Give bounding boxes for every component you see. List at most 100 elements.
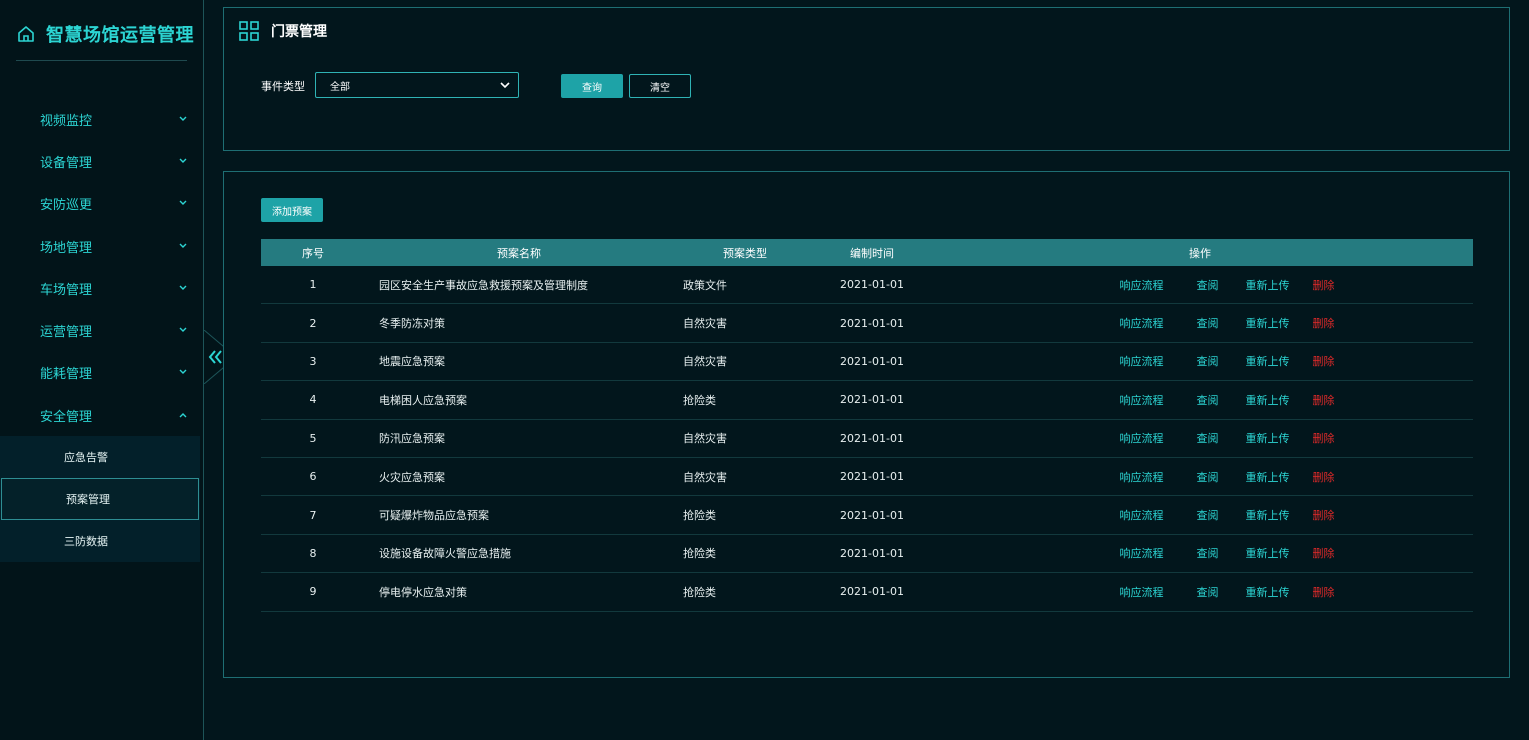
column-header-time: 编制时间 — [850, 246, 894, 260]
add-plan-button[interactable]: 添加预案 — [261, 198, 323, 222]
delete-link[interactable]: 删除 — [1313, 353, 1335, 369]
clear-button[interactable]: 清空 — [629, 74, 691, 98]
view-link[interactable]: 查阅 — [1197, 353, 1246, 369]
sidebar-item[interactable]: 安防巡更 — [0, 183, 203, 225]
view-link[interactable]: 查阅 — [1197, 392, 1246, 408]
response-flow-link[interactable]: 响应流程 — [1120, 469, 1197, 485]
sidebar-item[interactable]: 视频监控 — [0, 98, 203, 140]
cell-time: 2021-01-01 — [840, 431, 904, 445]
delete-link[interactable]: 删除 — [1313, 584, 1335, 600]
cell-type: 自然灾害 — [683, 470, 727, 484]
table-header: 序号 预案名称 预案类型 编制时间 操作 — [261, 239, 1473, 266]
cell-actions: 响应流程 查阅 重新上传 删除 — [927, 430, 1473, 446]
app-title: 智慧场馆运营管理 — [46, 25, 194, 46]
reupload-link[interactable]: 重新上传 — [1246, 315, 1313, 331]
response-flow-link[interactable]: 响应流程 — [1120, 353, 1197, 369]
delete-link[interactable]: 删除 — [1313, 277, 1335, 293]
cell-time: 2021-01-01 — [840, 508, 904, 522]
sidebar-item[interactable]: 车场管理 — [0, 267, 203, 309]
view-link[interactable]: 查阅 — [1197, 584, 1246, 600]
reupload-link[interactable]: 重新上传 — [1246, 584, 1313, 600]
cell-type: 抢险类 — [683, 547, 716, 561]
sidebar-item-label: 设备管理 — [40, 155, 93, 171]
chevron-down-icon — [179, 241, 187, 252]
grid-icon — [239, 21, 259, 41]
reupload-link[interactable]: 重新上传 — [1246, 507, 1313, 523]
cell-time: 2021-01-01 — [840, 354, 904, 368]
sidebar-item[interactable]: 场地管理 — [0, 225, 203, 267]
response-flow-link[interactable]: 响应流程 — [1120, 315, 1197, 331]
cell-index: 8 — [309, 546, 317, 560]
cell-time: 2021-01-01 — [840, 470, 904, 484]
reupload-link[interactable]: 重新上传 — [1246, 392, 1313, 408]
sidebar-submenu: 应急告警 预案管理 三防数据 — [0, 436, 200, 563]
reupload-link[interactable]: 重新上传 — [1246, 545, 1313, 561]
sidebar-item[interactable]: 能耗管理 — [0, 352, 203, 394]
view-link[interactable]: 查阅 — [1197, 545, 1246, 561]
view-link[interactable]: 查阅 — [1197, 277, 1246, 293]
sidebar-subitem[interactable]: 预案管理 — [1, 478, 199, 521]
cell-name: 可疑爆炸物品应急预案 — [379, 509, 489, 523]
cell-name: 地震应急预案 — [379, 355, 445, 369]
response-flow-link[interactable]: 响应流程 — [1120, 430, 1197, 446]
cell-time: 2021-01-01 — [840, 316, 904, 330]
reupload-link[interactable]: 重新上传 — [1246, 469, 1313, 485]
response-flow-link[interactable]: 响应流程 — [1120, 277, 1197, 293]
reupload-link[interactable]: 重新上传 — [1246, 353, 1313, 369]
response-flow-link[interactable]: 响应流程 — [1120, 507, 1197, 523]
sidebar-item[interactable]: 安全管理 — [0, 394, 203, 436]
cell-index: 7 — [309, 508, 317, 522]
sidebar-item-label: 车场管理 — [40, 282, 93, 298]
delete-link[interactable]: 删除 — [1313, 545, 1335, 561]
divider — [16, 60, 187, 61]
cell-actions: 响应流程 查阅 重新上传 删除 — [927, 392, 1473, 408]
cell-type: 抢险类 — [683, 509, 716, 523]
sidebar-item[interactable]: 设备管理 — [0, 140, 203, 182]
column-header-index: 序号 — [302, 246, 324, 260]
event-type-select[interactable]: 全部 — [315, 72, 519, 98]
sidebar-item[interactable]: 运营管理 — [0, 309, 203, 351]
chevron-up-icon — [179, 410, 187, 421]
home-icon — [18, 26, 34, 42]
page-title: 门票管理 — [271, 24, 327, 40]
response-flow-link[interactable]: 响应流程 — [1120, 584, 1197, 600]
row-actions: 响应流程 查阅 重新上传 删除 — [1066, 584, 1335, 600]
cell-name: 设施设备故障火警应急措施 — [379, 547, 511, 561]
delete-link[interactable]: 删除 — [1313, 392, 1335, 408]
row-actions: 响应流程 查阅 重新上传 删除 — [1066, 507, 1335, 523]
column-header-type: 预案类型 — [723, 246, 767, 260]
cell-actions: 响应流程 查阅 重新上传 删除 — [927, 584, 1473, 600]
app-logo[interactable]: 智慧场馆运营管理 — [16, 18, 194, 50]
chevron-down-icon — [500, 82, 510, 89]
table-row: 7 可疑爆炸物品应急预案 抢险类 2021-01-01 响应流程 查阅 重新上传 删除 — [261, 496, 1473, 535]
view-link[interactable]: 查阅 — [1197, 315, 1246, 331]
response-flow-link[interactable]: 响应流程 — [1120, 545, 1197, 561]
delete-link[interactable]: 删除 — [1313, 430, 1335, 446]
table-row: 9 停电停水应急对策 抢险类 2021-01-01 响应流程 查阅 重新上传 删除 — [261, 573, 1473, 612]
cell-index: 1 — [309, 278, 317, 292]
view-link[interactable]: 查阅 — [1197, 507, 1246, 523]
sidebar-subitem[interactable]: 应急告警 — [0, 436, 200, 478]
table-row: 1 园区安全生产事故应急救援预案及管理制度 政策文件 2021-01-01 响应流程 查阅… — [261, 266, 1473, 305]
delete-link[interactable]: 删除 — [1313, 469, 1335, 485]
reupload-link[interactable]: 重新上传 — [1246, 277, 1313, 293]
delete-link[interactable]: 删除 — [1313, 315, 1335, 331]
cell-name: 冬季防冻对策 — [379, 317, 445, 331]
query-button[interactable]: 查询 — [561, 74, 623, 98]
cell-index: 2 — [309, 316, 317, 330]
cell-actions: 响应流程 查阅 重新上传 删除 — [927, 545, 1473, 561]
cell-index: 6 — [309, 470, 317, 484]
response-flow-link[interactable]: 响应流程 — [1120, 392, 1197, 408]
filter-panel: 门票管理 事件类型 全部 查询 清空 — [223, 7, 1510, 151]
event-type-value: 全部 — [330, 81, 350, 93]
delete-link[interactable]: 删除 — [1313, 507, 1335, 523]
sidebar-subitem[interactable]: 三防数据 — [0, 520, 200, 562]
reupload-link[interactable]: 重新上传 — [1246, 430, 1313, 446]
cell-time: 2021-01-01 — [840, 546, 904, 560]
sidebar-item-label: 安全管理 — [40, 409, 93, 425]
cell-actions: 响应流程 查阅 重新上传 删除 — [927, 469, 1473, 485]
view-link[interactable]: 查阅 — [1197, 430, 1246, 446]
view-link[interactable]: 查阅 — [1197, 469, 1246, 485]
chevron-down-icon — [179, 156, 187, 167]
table-row: 6 火灾应急预案 自然灾害 2021-01-01 响应流程 查阅 重新上传 删除 — [261, 458, 1473, 497]
